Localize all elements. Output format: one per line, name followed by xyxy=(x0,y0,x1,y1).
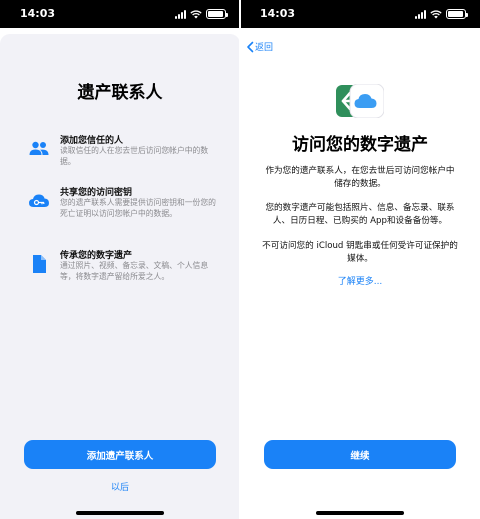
cellular-signal-icon xyxy=(415,9,426,19)
status-bar: 14:03 xyxy=(240,0,480,28)
home-indicator[interactable] xyxy=(76,511,164,515)
feature-description: 读取信任的人在您去世后访问您帐户中的数据。 xyxy=(60,146,209,166)
back-label: 返回 xyxy=(255,43,274,53)
access-digital-legacy-screen: 14:03 返回 访问您的数字遗产 作为您的遗产联系人，在您去世后可访问您帐户中… xyxy=(240,0,480,519)
wifi-icon xyxy=(430,9,442,18)
add-legacy-contact-button[interactable]: 添加遗产联系人 xyxy=(24,440,216,469)
status-icons xyxy=(175,8,228,20)
later-button[interactable]: 以后 xyxy=(0,480,240,493)
status-time: 14:03 xyxy=(20,7,56,20)
people-icon xyxy=(29,141,49,155)
page-title: 访问您的数字遗产 xyxy=(292,135,428,155)
restrictions-paragraph: 不可访问您的 iCloud 钥匙串或任何受许可证保护的媒体。 xyxy=(262,241,458,264)
feature-description: 您的遗产联系人需要提供访问密钥和一份您的死亡证明以访问您帐户中的数据。 xyxy=(60,198,216,218)
status-icons xyxy=(415,8,468,20)
intro-paragraph: 作为您的遗产联系人，在您去世后可访问您帐户中储存的数据。 xyxy=(265,166,455,189)
wifi-icon xyxy=(190,9,202,18)
back-button[interactable]: 返回 xyxy=(246,40,273,53)
status-bar: 14:03 xyxy=(0,0,240,28)
cellular-signal-icon xyxy=(175,9,186,19)
chevron-left-icon xyxy=(247,41,254,52)
page-title: 遗产联系人 xyxy=(77,83,163,103)
battery-icon xyxy=(206,9,228,19)
screenshot-divider xyxy=(239,0,241,519)
continue-button[interactable]: 继续 xyxy=(264,440,456,469)
cloud-key-icon xyxy=(29,194,49,207)
status-time: 14:03 xyxy=(260,7,296,20)
digital-legacy-app-icon xyxy=(336,84,384,118)
battery-icon xyxy=(446,9,468,19)
document-icon xyxy=(33,255,46,273)
home-indicator[interactable] xyxy=(316,511,404,515)
legacy-contact-intro-screen: 14:03 遗产联系人 添加您信任的人 读取信任的人在您去世后访问您帐户中的数据… xyxy=(0,0,240,519)
learn-more-link[interactable]: 了解更多... xyxy=(240,274,480,287)
feature-description: 通过照片、视频、备忘录、文稿、个人信息等，将数字遗产留给所爱之人。 xyxy=(60,261,209,281)
legacy-content-paragraph: 您的数字遗产可能包括照片、信息、备忘录、联系人、日历日程、已购买的 App和设备… xyxy=(265,203,455,226)
